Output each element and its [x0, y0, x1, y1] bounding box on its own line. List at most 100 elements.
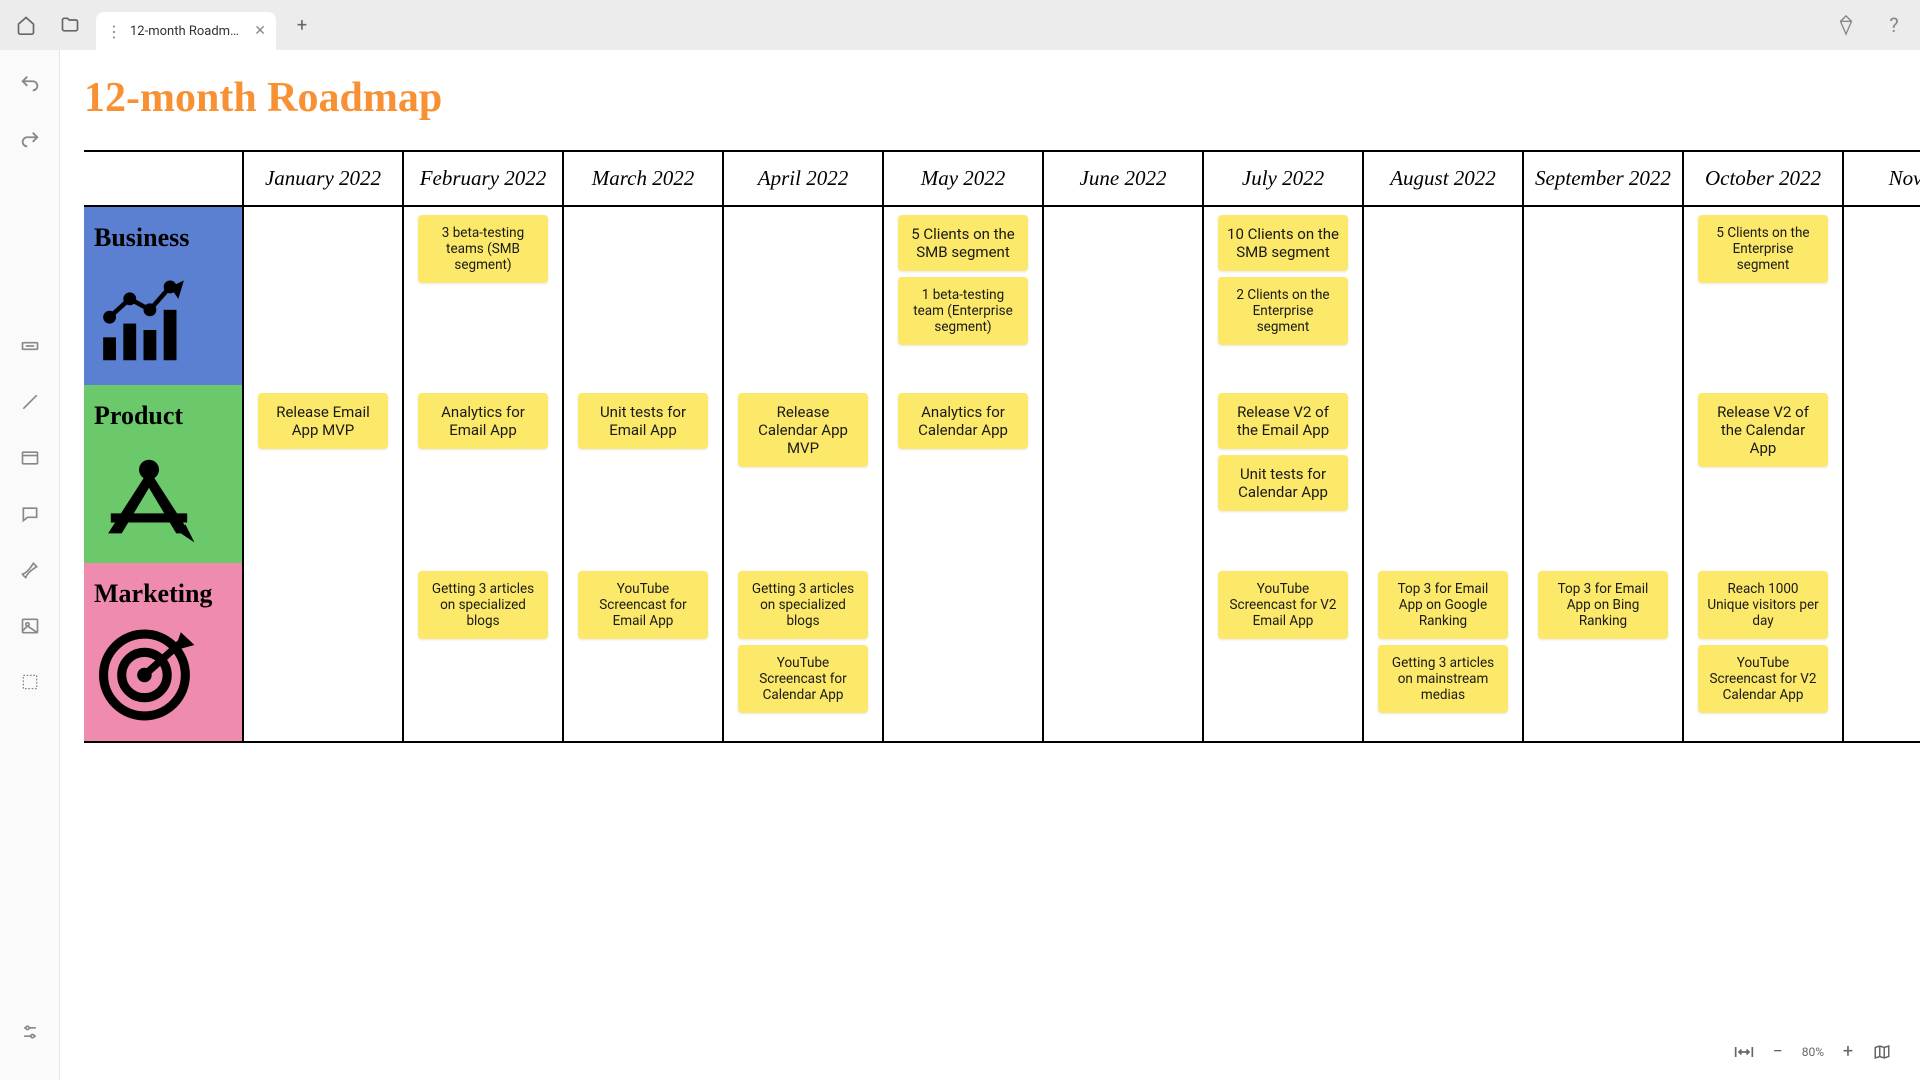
diamond-icon[interactable] [1828, 7, 1864, 43]
month-header: July 2022 [1204, 152, 1364, 207]
sticky-note[interactable]: 1 beta-testing team (Enterprise segment) [898, 277, 1028, 345]
roadmap-cell[interactable]: Getting 3 articles on specialized blogs [404, 563, 564, 743]
left-sidebar [0, 50, 60, 1080]
sticky-note[interactable]: Unit tests for Email App [578, 393, 708, 449]
tab-bar: ⋮ 12-month Roadm… ✕ + ? [0, 0, 1920, 50]
settings-tool-icon[interactable] [12, 1014, 48, 1050]
month-header: June 2022 [1044, 152, 1204, 207]
month-header: February 2022 [404, 152, 564, 207]
roadmap-cell[interactable]: Release V2 of the Email App Unit tests fo… [1204, 385, 1364, 563]
roadmap-cell[interactable]: Top 3 for Email App on Bing Ranking [1524, 563, 1684, 743]
sticky-note[interactable]: Getting 3 articles on mainstream medias [1378, 645, 1508, 713]
sticky-note[interactable]: 2 Clients on the Enterprise segment [1218, 277, 1348, 345]
month-header: October 2022 [1684, 152, 1844, 207]
sticky-note[interactable]: 10 Clients on the SMB segment [1218, 215, 1348, 271]
sticky-note[interactable]: Getting 3 articles on specialized blogs [738, 571, 868, 639]
roadmap-cell[interactable]: Analytics for Calendar App [884, 385, 1044, 563]
roadmap-cell[interactable] [1364, 207, 1524, 385]
fit-width-icon[interactable] [1734, 1044, 1754, 1060]
roadmap-cell[interactable] [884, 563, 1044, 743]
sticky-note[interactable]: YouTube Screencast for V2 Calendar App [1698, 645, 1828, 713]
row-label-product: Product [84, 385, 244, 563]
roadmap-cell[interactable] [1844, 207, 1920, 385]
pen-tool-icon[interactable] [12, 552, 48, 588]
undo-icon[interactable] [12, 66, 48, 102]
sticky-note[interactable]: Analytics for Email App [418, 393, 548, 449]
canvas[interactable]: 12-month Roadmap January 2022February 20… [60, 50, 1920, 1080]
zoom-bar: − 80% + [1726, 1037, 1900, 1066]
sticky-note[interactable]: Release Email App MVP [258, 393, 388, 449]
text-tool-icon[interactable] [12, 328, 48, 364]
month-header: September 2022 [1524, 152, 1684, 207]
sticky-note[interactable]: Reach 1000 Unique visitors per day [1698, 571, 1828, 639]
line-tool-icon[interactable] [12, 384, 48, 420]
roadmap-cell[interactable]: 5 Clients on the Enterprise segment [1684, 207, 1844, 385]
roadmap-cell[interactable] [1844, 563, 1920, 743]
tab-menu-icon[interactable]: ⋮ [106, 22, 122, 41]
redo-icon[interactable] [12, 122, 48, 158]
tab-active[interactable]: ⋮ 12-month Roadm… ✕ [96, 12, 276, 50]
roadmap-cell[interactable] [1524, 207, 1684, 385]
home-icon[interactable] [8, 7, 44, 43]
roadmap-cell[interactable] [1524, 385, 1684, 563]
sticky-note[interactable]: 5 Clients on the SMB segment [898, 215, 1028, 271]
roadmap-cell[interactable] [1844, 385, 1920, 563]
map-icon[interactable] [1872, 1043, 1892, 1061]
sticky-note[interactable]: Release V2 of the Email App [1218, 393, 1348, 449]
sticky-note[interactable]: Release V2 of the Calendar App [1698, 393, 1828, 467]
roadmap-cell[interactable] [1364, 385, 1524, 563]
sticky-note[interactable]: 5 Clients on the Enterprise segment [1698, 215, 1828, 283]
row-label-business: Business [84, 207, 244, 385]
image-tool-icon[interactable] [12, 608, 48, 644]
zoom-out-icon[interactable]: − [1768, 1041, 1788, 1062]
month-header: April 2022 [724, 152, 884, 207]
roadmap-cell[interactable]: Analytics for Email App [404, 385, 564, 563]
roadmap-cell[interactable] [244, 563, 404, 743]
sticky-note[interactable]: Unit tests for Calendar App [1218, 455, 1348, 511]
roadmap-cell[interactable]: Release V2 of the Calendar App [1684, 385, 1844, 563]
sticky-note[interactable]: Getting 3 articles on specialized blogs [418, 571, 548, 639]
roadmap-grid: January 2022February 2022March 2022April… [84, 150, 1920, 743]
sticky-note[interactable]: YouTube Screencast for Calendar App [738, 645, 868, 713]
roadmap-cell[interactable]: Release Calendar App MVP [724, 385, 884, 563]
month-header: March 2022 [564, 152, 724, 207]
comment-tool-icon[interactable] [12, 496, 48, 532]
roadmap-cell[interactable]: 10 Clients on the SMB segment 2 Clients o… [1204, 207, 1364, 385]
sticky-note[interactable]: 3 beta-testing teams (SMB segment) [418, 215, 548, 283]
tab-title: 12-month Roadm… [130, 24, 246, 39]
sticky-note[interactable]: Top 3 for Email App on Google Ranking [1378, 571, 1508, 639]
zoom-level[interactable]: 80% [1802, 1045, 1824, 1059]
page-title: 12-month Roadmap [84, 74, 1920, 122]
roadmap-cell[interactable] [1044, 563, 1204, 743]
sticky-note[interactable]: YouTube Screencast for V2 Email App [1218, 571, 1348, 639]
new-tab-icon[interactable]: + [284, 7, 320, 43]
roadmap-cell[interactable]: YouTube Screencast for Email App [564, 563, 724, 743]
sticky-note[interactable]: Top 3 for Email App on Bing Ranking [1538, 571, 1668, 639]
roadmap-cell[interactable]: Getting 3 articles on specialized blogsY… [724, 563, 884, 743]
roadmap-cell[interactable] [1044, 207, 1204, 385]
roadmap-cell[interactable]: Top 3 for Email App on Google RankingGet… [1364, 563, 1524, 743]
frame-tool-icon[interactable] [12, 440, 48, 476]
sticky-note[interactable]: Analytics for Calendar App [898, 393, 1028, 449]
roadmap-cell[interactable] [724, 207, 884, 385]
help-icon[interactable]: ? [1876, 7, 1912, 43]
month-header: May 2022 [884, 152, 1044, 207]
roadmap-cell[interactable]: 3 beta-testing teams (SMB segment) [404, 207, 564, 385]
folder-icon[interactable] [52, 7, 88, 43]
roadmap-cell[interactable] [564, 207, 724, 385]
zoom-in-icon[interactable]: + [1838, 1041, 1858, 1062]
roadmap-cell[interactable] [244, 207, 404, 385]
month-header: January 2022 [244, 152, 404, 207]
select-tool-icon[interactable] [12, 664, 48, 700]
header-corner [84, 152, 244, 207]
roadmap-cell[interactable]: Release Email App MVP [244, 385, 404, 563]
sticky-note[interactable]: YouTube Screencast for Email App [578, 571, 708, 639]
month-header: Novemb [1844, 152, 1920, 207]
roadmap-cell[interactable]: Reach 1000 Unique visitors per dayYouTub… [1684, 563, 1844, 743]
roadmap-cell[interactable]: 5 Clients on the SMB segment 1 beta-testi… [884, 207, 1044, 385]
sticky-note[interactable]: Release Calendar App MVP [738, 393, 868, 467]
roadmap-cell[interactable] [1044, 385, 1204, 563]
tab-close-icon[interactable]: ✕ [254, 23, 266, 39]
roadmap-cell[interactable]: YouTube Screencast for V2 Email App [1204, 563, 1364, 743]
roadmap-cell[interactable]: Unit tests for Email App [564, 385, 724, 563]
